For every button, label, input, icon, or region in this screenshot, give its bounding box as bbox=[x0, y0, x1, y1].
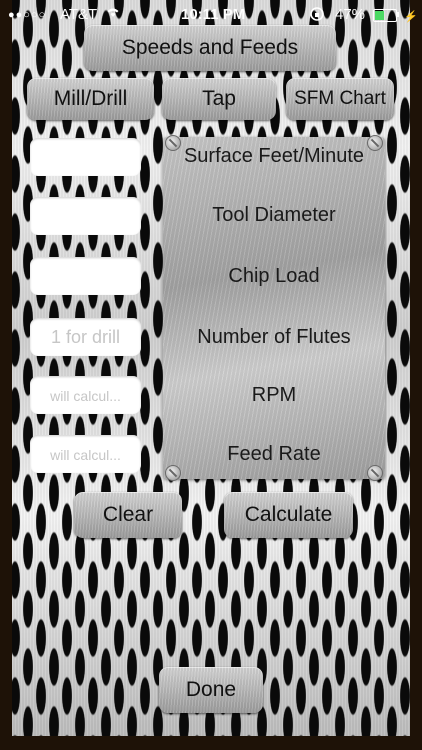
done-button[interactable]: Done bbox=[159, 667, 263, 713]
chip-load-input[interactable] bbox=[30, 257, 141, 295]
clock: 10:11 PM bbox=[181, 6, 246, 23]
sfm-chart-button[interactable]: SFM Chart bbox=[286, 78, 394, 120]
flutes-label: Number of Flutes bbox=[197, 326, 351, 348]
screw-icon bbox=[367, 465, 383, 481]
labels-panel: Surface Feet/Minute Tool Diameter Chip L… bbox=[163, 135, 385, 481]
rpm-label: RPM bbox=[251, 384, 297, 406]
screw-icon bbox=[165, 465, 181, 481]
orientation-lock-icon bbox=[309, 6, 325, 26]
tap-button[interactable]: Tap bbox=[162, 78, 276, 120]
battery-fill bbox=[375, 11, 384, 20]
charging-icon: ⚡ bbox=[404, 11, 418, 23]
sfm-input[interactable] bbox=[30, 138, 141, 176]
chip-load-label: Chip Load bbox=[228, 265, 320, 287]
battery-nub bbox=[397, 12, 399, 17]
clear-button[interactable]: Clear bbox=[74, 492, 182, 538]
calculate-button[interactable]: Calculate bbox=[224, 492, 353, 538]
feed-rate-label: Feed Rate bbox=[227, 443, 321, 465]
tool-diameter-label: Tool Diameter bbox=[212, 204, 336, 226]
battery-icon bbox=[373, 9, 397, 22]
signal-strength: ●●○○○ bbox=[8, 9, 47, 21]
title-button: Speeds and Feeds bbox=[84, 25, 336, 71]
wifi-icon bbox=[105, 6, 121, 21]
flutes-input[interactable] bbox=[30, 318, 141, 356]
mill-drill-button[interactable]: Mill/Drill bbox=[27, 78, 154, 120]
tool-diameter-input[interactable] bbox=[30, 197, 141, 235]
battery-percent: 47% bbox=[335, 6, 366, 23]
carrier-name: AT&T bbox=[60, 6, 98, 23]
rpm-output[interactable] bbox=[30, 376, 141, 414]
feed-rate-output[interactable] bbox=[30, 435, 141, 473]
sfm-label: Surface Feet/Minute bbox=[183, 145, 365, 167]
